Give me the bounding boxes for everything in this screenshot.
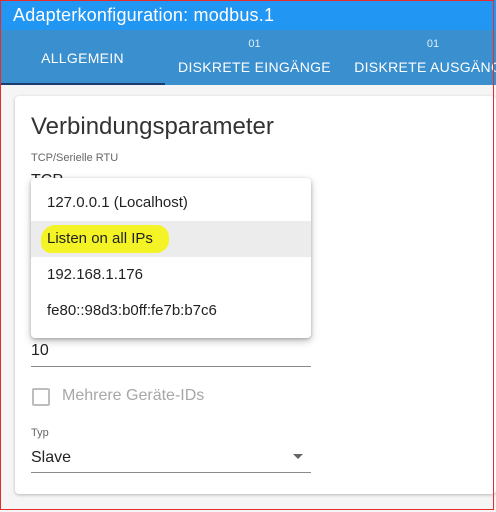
tab-bar: ALLGEMEIN 01 DISKRETE EINGÄNGE 01 DISKRE… (0, 30, 496, 85)
tab-count: 01 (248, 38, 261, 50)
multiple-ids-label: Mehrere Geräte-IDs (62, 387, 205, 404)
tab-count: 01 (426, 38, 440, 50)
multiple-ids-checkbox[interactable] (32, 388, 50, 406)
device-id-value[interactable]: 10 (31, 342, 49, 360)
menu-item-localhost[interactable]: 127.0.0.1 (Localhost) (31, 185, 311, 221)
section-title: Verbindungsparameter (31, 113, 274, 140)
chevron-down-icon[interactable] (293, 454, 303, 459)
bind-address-menu: 127.0.0.1 (Localhost) Listen on all IPs … (31, 178, 311, 338)
window-title: Adapterkonfiguration: modbus.1 (0, 0, 496, 30)
connection-type-label: TCP/Serielle RTU (31, 152, 119, 164)
menu-item-label: 192.168.1.176 (47, 266, 143, 283)
tab-label: DISKRETE AUSGÄNGE (354, 59, 496, 75)
tab-allgemein[interactable]: ALLGEMEIN (0, 30, 165, 85)
menu-item-label: Listen on all IPs (47, 230, 153, 247)
menu-item-ipv6[interactable]: fe80::98d3:b0ff:fe7b:b7c6 (31, 293, 311, 329)
menu-item-label: 127.0.0.1 (Localhost) (47, 194, 188, 211)
type-label: Typ (31, 427, 49, 439)
menu-item-lan-ip[interactable]: 192.168.1.176 (31, 257, 311, 293)
type-select-value[interactable]: Slave (31, 449, 71, 467)
device-id-underline (31, 366, 311, 367)
tab-diskrete-ausgaenge[interactable]: 01 DISKRETE AUSGÄNGE (344, 30, 496, 85)
menu-item-label: fe80::98d3:b0ff:fe7b:b7c6 (47, 302, 217, 319)
tab-diskrete-eingaenge[interactable]: 01 DISKRETE EINGÄNGE (165, 30, 344, 85)
tab-label: DISKRETE EINGÄNGE (178, 59, 331, 75)
menu-item-all-ips[interactable]: Listen on all IPs (31, 221, 311, 257)
tab-label: ALLGEMEIN (41, 50, 124, 66)
type-select-underline (31, 472, 311, 473)
